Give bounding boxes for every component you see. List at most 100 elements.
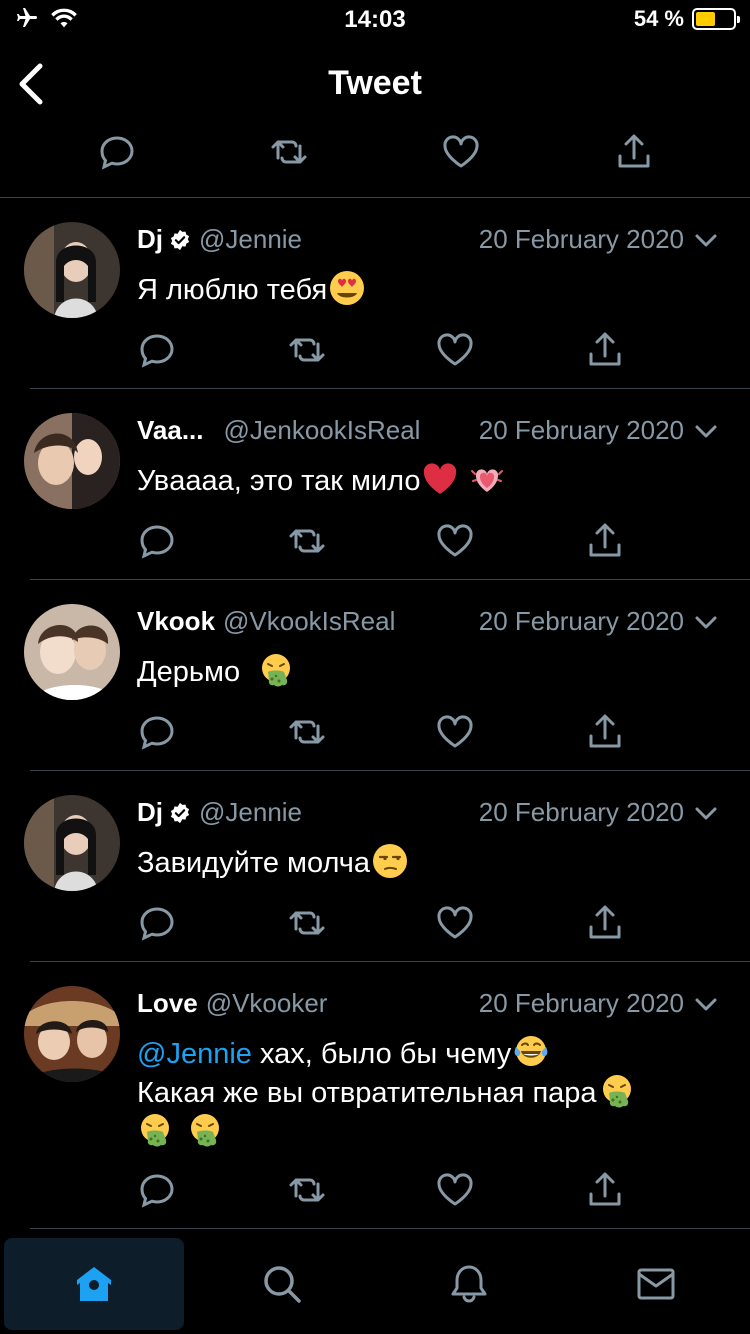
tweet-header: Dj @Jennie 20 February 2020 xyxy=(137,797,720,833)
tweet-date: 20 February 2020 xyxy=(478,415,684,445)
display-name[interactable]: Dj xyxy=(137,797,163,827)
messages-icon xyxy=(637,1268,675,1300)
nav-bar: Tweet xyxy=(0,50,750,120)
vomiting-face-emoji xyxy=(187,1112,223,1148)
tab-bar xyxy=(0,1234,750,1334)
like-icon[interactable] xyxy=(435,330,475,370)
chevron-down-icon[interactable] xyxy=(692,990,720,1018)
divider xyxy=(30,1228,750,1229)
share-icon[interactable] xyxy=(614,132,654,172)
tears-of-joy-emoji xyxy=(513,1034,549,1070)
red-heart-emoji xyxy=(422,461,458,497)
tweet-text: Дерьмо xyxy=(137,652,717,691)
retweet-icon[interactable] xyxy=(287,1170,327,1210)
battery-icon xyxy=(692,8,740,30)
retweet-icon[interactable] xyxy=(287,330,327,370)
tab-messages[interactable] xyxy=(566,1238,746,1330)
tweet-item[interactable]: Dj @Jennie 20 February 2020 Завидуйте мол… xyxy=(0,771,750,962)
display-name[interactable]: Love xyxy=(137,988,198,1018)
tweet-actions xyxy=(137,1170,637,1214)
reply-icon[interactable] xyxy=(97,132,137,172)
avatar[interactable] xyxy=(24,222,120,318)
tweet-text: Завидуйте молча xyxy=(137,843,717,882)
tweet-item[interactable]: Dj @Jennie 20 February 2020 Я люблю тебя xyxy=(0,198,750,389)
like-icon[interactable] xyxy=(441,132,481,172)
battery-percent: 54 % xyxy=(633,6,684,31)
notifications-icon xyxy=(451,1265,487,1303)
tweet-header: Vkook @VkookIsReal 20 February 2020 xyxy=(137,606,720,642)
tab-notifications[interactable] xyxy=(379,1238,559,1330)
status-bar: 14:03 54 % xyxy=(0,0,750,40)
like-icon[interactable] xyxy=(435,903,475,943)
battery-fill xyxy=(696,12,716,26)
user-handle[interactable]: @Jennie xyxy=(199,224,302,254)
user-handle[interactable]: @Vkooker xyxy=(206,988,328,1018)
like-icon[interactable] xyxy=(435,1170,475,1210)
tweet-header: Dj @Jennie 20 February 2020 xyxy=(137,224,720,260)
chevron-down-icon[interactable] xyxy=(692,608,720,636)
avatar[interactable] xyxy=(24,413,120,509)
vomiting-face-emoji xyxy=(599,1073,635,1109)
tab-home[interactable] xyxy=(4,1238,184,1330)
verified-icon xyxy=(169,229,191,251)
vomiting-face-emoji xyxy=(258,652,294,688)
tweet-header: Love @Vkooker 20 February 2020 xyxy=(137,988,720,1024)
avatar[interactable] xyxy=(24,795,120,891)
tweet-actions xyxy=(137,330,637,374)
retweet-icon[interactable] xyxy=(287,712,327,752)
tweet-date: 20 February 2020 xyxy=(478,606,684,636)
tweet-text: @Jennie хах, было бы чему Какая же вы от… xyxy=(137,1034,717,1151)
user-handle[interactable]: @Jennie xyxy=(199,797,302,827)
reply-icon[interactable] xyxy=(137,712,177,752)
unamused-face-emoji xyxy=(372,843,408,879)
home-icon xyxy=(77,1267,111,1301)
verified-icon xyxy=(169,802,191,824)
display-name[interactable]: Dj xyxy=(137,224,163,254)
tweet-item[interactable]: Vaa... @JenkookIsReal 20 February 2020 Ув… xyxy=(0,389,750,580)
tweet-text-line: хах, было бы чему xyxy=(251,1038,512,1070)
tweet-actions xyxy=(137,521,637,565)
tab-search[interactable] xyxy=(192,1238,372,1330)
beating-heart-emoji xyxy=(469,461,505,497)
search-icon xyxy=(264,1266,301,1303)
status-right: 54 % xyxy=(633,6,740,32)
reply-icon[interactable] xyxy=(137,521,177,561)
tweet-text-line: Увaaaa, это так мило xyxy=(137,465,421,497)
share-icon[interactable] xyxy=(585,712,625,752)
tweet-text-line: Какая же вы отвратительная пара xyxy=(137,1077,597,1109)
retweet-icon[interactable] xyxy=(269,132,309,172)
reply-icon[interactable] xyxy=(137,330,177,370)
share-icon[interactable] xyxy=(585,330,625,370)
heart-eyes-emoji xyxy=(329,270,365,306)
tweet-text-line: Я люблю тебя xyxy=(137,274,328,306)
display-name[interactable]: Vkook xyxy=(137,606,215,636)
avatar[interactable] xyxy=(24,604,120,700)
tweet-action-bar xyxy=(0,124,750,184)
retweet-icon[interactable] xyxy=(287,521,327,561)
user-handle[interactable]: @VkookIsReal xyxy=(223,606,395,636)
like-icon[interactable] xyxy=(435,712,475,752)
chevron-down-icon[interactable] xyxy=(692,226,720,254)
mention-link[interactable]: @Jennie xyxy=(137,1038,252,1070)
tweet-item[interactable]: Love @Vkooker 20 February 2020 @Jennie ха… xyxy=(0,962,750,1229)
tweet-text: Увaaaa, это так мило xyxy=(137,461,717,500)
tweet-text-line: Дерьмо xyxy=(137,656,249,688)
tweet-item[interactable]: Vkook @VkookIsReal 20 February 2020 Дерьм… xyxy=(0,580,750,771)
tweet-date: 20 February 2020 xyxy=(478,224,684,254)
like-icon[interactable] xyxy=(435,521,475,561)
retweet-icon[interactable] xyxy=(287,903,327,943)
share-icon[interactable] xyxy=(585,1170,625,1210)
user-handle[interactable]: @JenkookIsReal xyxy=(224,415,421,445)
chevron-down-icon[interactable] xyxy=(692,799,720,827)
reply-icon[interactable] xyxy=(137,903,177,943)
share-icon[interactable] xyxy=(585,521,625,561)
tweet-header: Vaa... @JenkookIsReal 20 February 2020 xyxy=(137,415,720,451)
display-name[interactable]: Vaa... xyxy=(137,415,204,445)
tweet-actions xyxy=(137,712,637,756)
avatar[interactable] xyxy=(24,986,120,1082)
tweet-text: Я люблю тебя xyxy=(137,270,717,309)
tweet-date: 20 February 2020 xyxy=(478,988,684,1018)
reply-icon[interactable] xyxy=(137,1170,177,1210)
share-icon[interactable] xyxy=(585,903,625,943)
chevron-down-icon[interactable] xyxy=(692,417,720,445)
